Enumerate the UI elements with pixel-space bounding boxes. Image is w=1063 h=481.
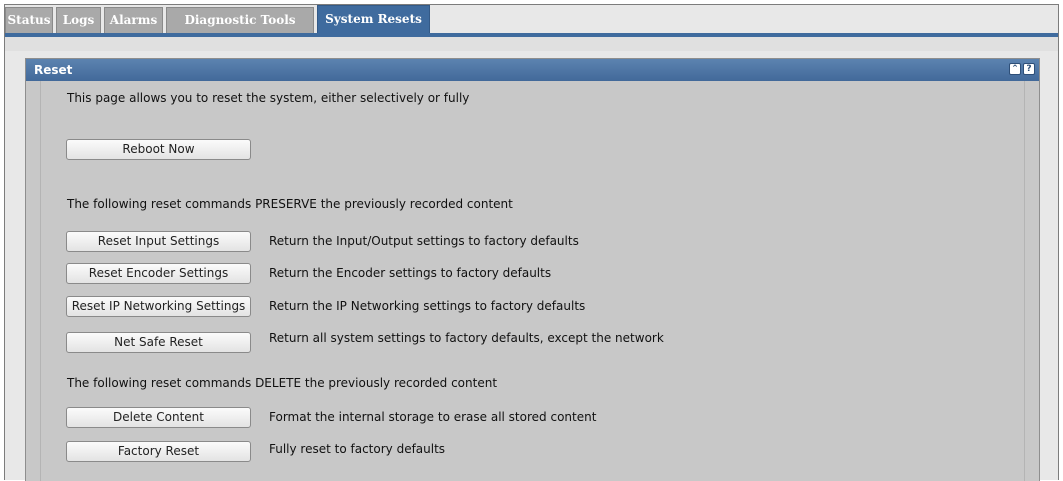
reset-panel: Reset ⌃ ? This page allows you to reset … — [25, 58, 1040, 481]
reset-input-settings-button[interactable]: Reset Input Settings — [66, 231, 251, 252]
reset-ip-networking-settings-description: Return the IP Networking settings to fac… — [269, 299, 586, 313]
app-frame: Status Logs Alarms Diagnostic Tools Syst… — [4, 4, 1059, 481]
intro-text: This page allows you to reset the system… — [67, 91, 470, 105]
tab-alarms[interactable]: Alarms — [104, 7, 163, 33]
delete-content-description: Format the internal storage to erase all… — [269, 410, 597, 424]
panel-title: Reset — [34, 63, 73, 77]
net-safe-reset-button[interactable]: Net Safe Reset — [66, 332, 251, 353]
double-chevron-up-icon[interactable]: ⌃ — [1009, 63, 1021, 75]
preserve-heading: The following reset commands PRESERVE th… — [67, 197, 513, 211]
tab-status[interactable]: Status — [5, 7, 53, 33]
reset-encoder-settings-description: Return the Encoder settings to factory d… — [269, 266, 552, 280]
reset-input-settings-description: Return the Input/Output settings to fact… — [269, 234, 579, 248]
reset-encoder-settings-button[interactable]: Reset Encoder Settings — [66, 263, 251, 284]
tab-diagnostic-tools[interactable]: Diagnostic Tools — [166, 7, 314, 33]
net-safe-reset-description: Return all system settings to factory de… — [269, 331, 664, 345]
panel-body: This page allows you to reset the system… — [40, 81, 1025, 481]
subtab-bar — [5, 37, 1058, 51]
delete-heading: The following reset commands DELETE the … — [67, 376, 498, 390]
reboot-now-button[interactable]: Reboot Now — [66, 139, 251, 160]
tab-bar: Status Logs Alarms Diagnostic Tools Syst… — [5, 5, 1058, 33]
panel-header: Reset ⌃ ? — [26, 59, 1039, 81]
tab-logs[interactable]: Logs — [56, 7, 101, 33]
factory-reset-button[interactable]: Factory Reset — [66, 441, 251, 462]
reset-ip-networking-settings-button[interactable]: Reset IP Networking Settings — [66, 296, 251, 317]
delete-content-button[interactable]: Delete Content — [66, 407, 251, 428]
tab-system-resets[interactable]: System Resets — [317, 5, 430, 33]
factory-reset-description: Fully reset to factory defaults — [269, 442, 446, 456]
help-icon[interactable]: ? — [1023, 63, 1035, 75]
